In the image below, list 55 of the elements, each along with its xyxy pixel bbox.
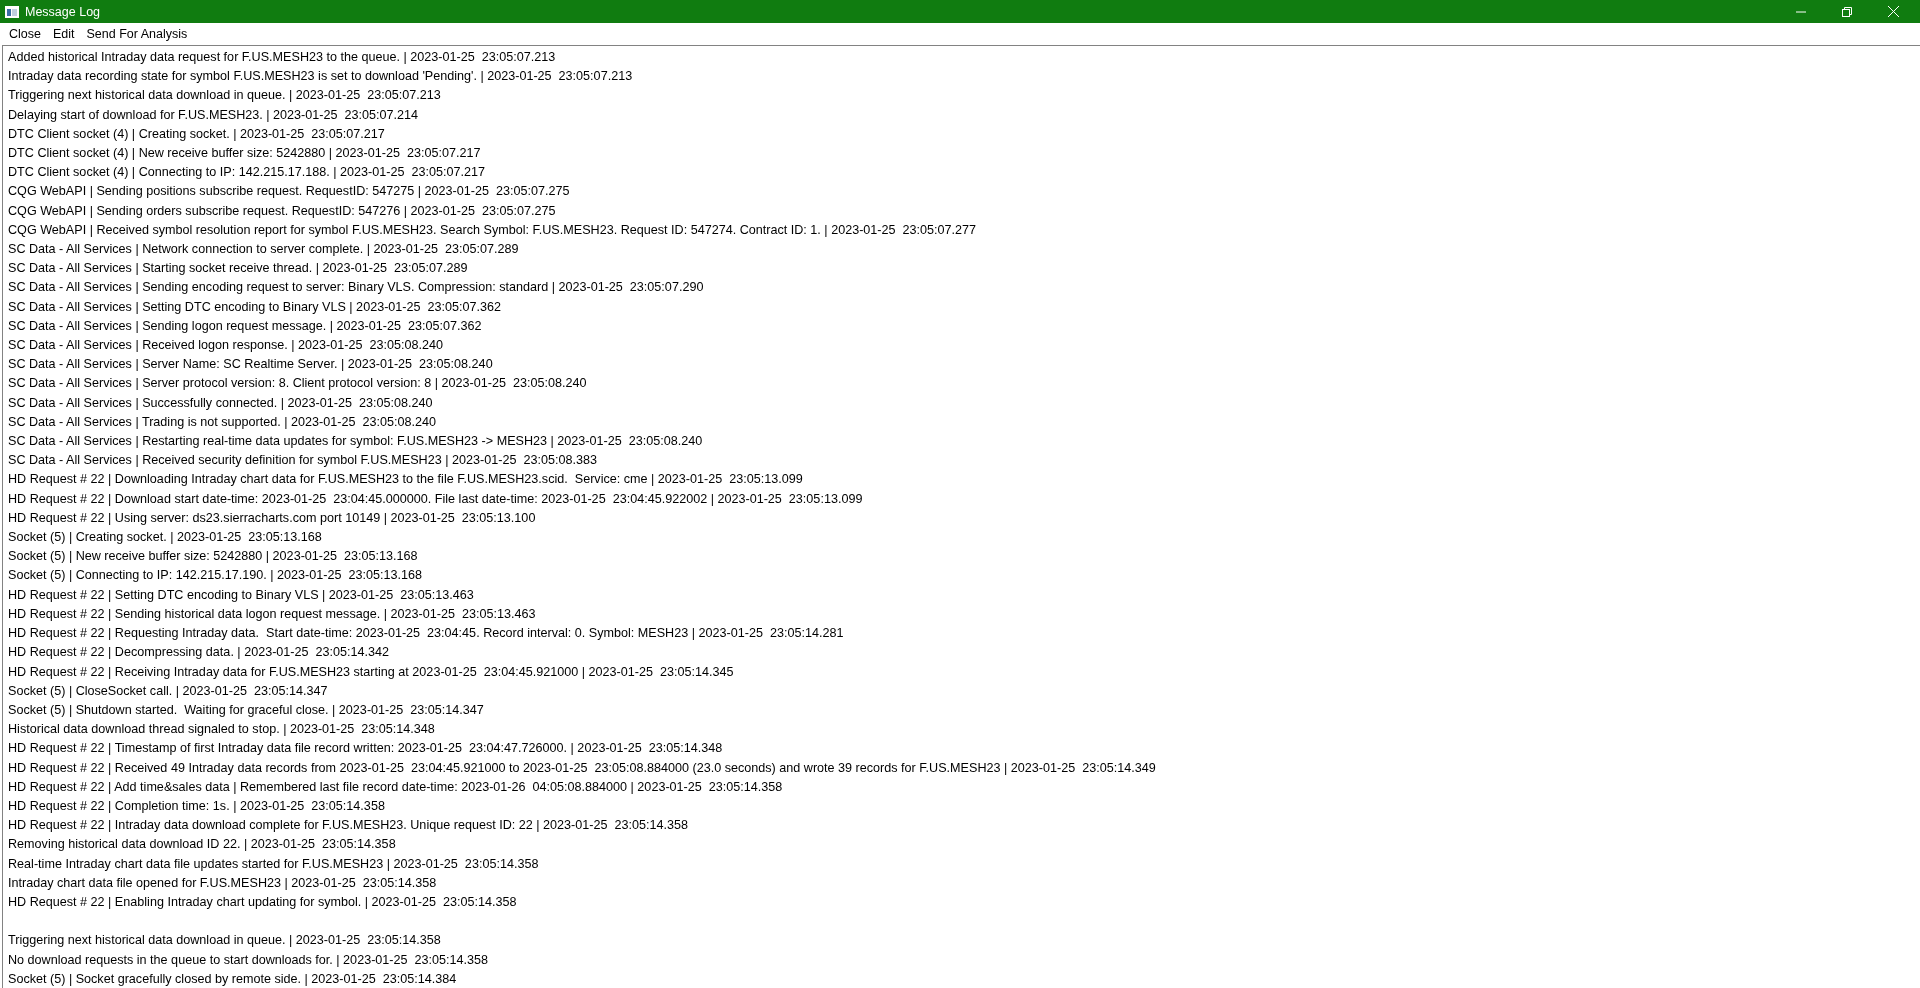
- log-line: CQG WebAPI | Sending positions subscribe request. RequestID: 547275 | 2023-01-25 23:05:07.275: [8, 183, 571, 201]
- window-title: Message Log: [25, 4, 102, 19]
- log-line: SC Data - All Services | Server Name: SC Realtime Server. | 2023-01-25 23:05:08.240: [8, 356, 494, 374]
- menu-item[interactable]: Close: [3, 27, 47, 41]
- menu-item[interactable]: Send For Analysis: [80, 27, 194, 41]
- log-line: No download requests in the queue to start downloads for. | 2023-01-25 23:05:14.358: [8, 951, 490, 969]
- log-line: SC Data - All Services | Restarting real-time data updates for symbol: F.US.MESH23 -> MESH23 | 2023-01-25 23:05:08.240: [8, 433, 704, 451]
- log-line: Removing historical data download ID 22. | 2023-01-25 23:05:14.358: [8, 836, 397, 854]
- log-line: Socket (5) | Socket gracefully closed by remote side. | 2023-01-25 23:05:14.384: [8, 970, 458, 988]
- log-line: HD Request # 22 | Download start date-time: 2023-01-25 23:04:45.000000. File last date-time: 2023-01-25 23:04:45.922002 | 2023-01-25 23:05:13.099: [8, 490, 864, 508]
- log-line: Socket (5) | Creating socket. | 2023-01-25 23:05:13.168: [8, 529, 323, 547]
- log-line: DTC Client socket (4) | Creating socket. | 2023-01-25 23:05:07.217: [8, 125, 386, 143]
- log-line: HD Request # 22 | Add time&sales data | Remembered last file record date-time: 2023-01-26 04:05:08.884000 | 2023-01-25 23:05:14.358: [8, 778, 784, 796]
- log-line: SC Data - All Services | Received logon response. | 2023-01-25 23:05:08.240: [8, 337, 444, 355]
- log-line: Intraday data recording state for symbol F.US.MESH23 is set to download 'Pending'. | 2023-01-25 23:05:07.213: [8, 68, 634, 86]
- log-line: Socket (5) | CloseSocket call. | 2023-01-25 23:05:14.347: [8, 682, 329, 700]
- log-line: HD Request # 22 | Using server: ds23.sierracharts.com port 10149 | 2023-01-25 23:05:13.100: [8, 509, 537, 527]
- log-line: Real-time Intraday chart data file updates started for F.US.MESH23 | 2023-01-25 23:05:14.358: [8, 855, 540, 873]
- log-line: HD Request # 22 | Timestamp of first Intraday data file record written: 2023-01-25 23:04:47.726000. | 2023-01-25 23:05:14.348: [8, 740, 724, 758]
- log-line: SC Data - All Services | Server protocol version: 8. Client protocol version: 8 | 2023-01-25 23:05:08.240: [8, 375, 588, 393]
- log-line: DTC Client socket (4) | Connecting to IP: 142.215.17.188. | 2023-01-25 23:05:07.217: [8, 164, 486, 182]
- log-line: Triggering next historical data download in queue. | 2023-01-25 23:05:07.213: [8, 87, 442, 105]
- log-line: Intraday chart data file opened for F.US.MESH23 | 2023-01-25 23:05:14.358: [8, 874, 438, 892]
- log-line: HD Request # 22 | Decompressing data. | 2023-01-25 23:05:14.342: [8, 644, 391, 662]
- log-line: DTC Client socket (4) | New receive buffer size: 5242880 | 2023-01-25 23:05:07.217: [8, 145, 482, 162]
- log-line: SC Data - All Services | Starting socket receive thread. | 2023-01-25 23:05:07.289: [8, 260, 469, 278]
- log-line: Triggering next historical data download in queue. | 2023-01-25 23:05:14.358: [8, 932, 442, 950]
- log-line: SC Data - All Services | Network connection to server complete. | 2023-01-25 23:05:07.289: [8, 241, 520, 259]
- log-line: Added historical Intraday data request for F.US.MESH23 to the queue. | 2023-01-25 23:05:07.213: [8, 49, 557, 66]
- log-line: SC Data - All Services | Setting DTC encoding to Binary VLS | 2023-01-25 23:05:07.362: [8, 298, 503, 316]
- log-line: HD Request # 22 | Completion time: 1s. | 2023-01-25 23:05:14.358: [8, 797, 386, 815]
- log-line: SC Data - All Services | Received security definition for symbol F.US.MESH23 | 2023-01-25 23:05:08.383: [8, 452, 598, 470]
- log-line: HD Request # 22 | Downloading Intraday chart data for F.US.MESH23 to the file F.US.MESH23.scid. Service: cme | 2023-01-25 23:05:13.099: [8, 471, 804, 489]
- log-line: Socket (5) | Connecting to IP: 142.215.17.190. | 2023-01-25 23:05:13.168: [8, 567, 424, 585]
- log-line: HD Request # 22 | Enabling Intraday chart updating for symbol. | 2023-01-25 23:05:14.358: [8, 893, 518, 911]
- restore-icon: [1842, 6, 1852, 17]
- log-line: HD Request # 22 | Requesting Intraday data. Start date-time: 2023-01-25 23:04:45. Record interval: 0. Symbol: MESH23 | 2023-01-25 23:05:14.281: [8, 625, 845, 643]
- log-line: Delaying start of download for F.US.MESH23. | 2023-01-25 23:05:07.214: [8, 106, 419, 124]
- log-line: HD Request # 22 | Setting DTC encoding to Binary VLS | 2023-01-25 23:05:13.463: [8, 586, 475, 604]
- log-line: Socket (5) | Shutdown started. Waiting for graceful close. | 2023-01-25 23:05:14.347: [8, 701, 485, 719]
- log-line: HD Request # 22 | Received 49 Intraday data records from 2023-01-25 23:04:45.921000 to 2023-01-25 23:05:08.884000 (23.0 seconds) and wrote 39 records for F.US.MESH23 | 2023-01-25 23:05:14.349: [8, 759, 1157, 777]
- log-line: CQG WebAPI | Sending orders subscribe request. RequestID: 547276 | 2023-01-25 23:05:07.275: [8, 202, 557, 220]
- log-line: SC Data - All Services | Sending logon request message. | 2023-01-25 23:05:07.362: [8, 317, 483, 335]
- log-line: Socket (5) | New receive buffer size: 5242880 | 2023-01-25 23:05:13.168: [8, 548, 419, 566]
- log-line: SC Data - All Services | Sending encoding request to server: Binary VLS. Compression: standard | 2023-01-25 23:05:07.290: [8, 279, 705, 297]
- log-line: SC Data - All Services | Successfully connected. | 2023-01-25 23:05:08.240: [8, 394, 434, 412]
- log-line: HD Request # 22 | Intraday data download complete for F.US.MESH23. Unique request ID: 22 | 2023-01-25 23:05:14.358: [8, 817, 689, 835]
- log-line: SC Data - All Services | Trading is not supported. | 2023-01-25 23:05:08.240: [8, 413, 437, 431]
- log-line: HD Request # 22 | Receiving Intraday data for F.US.MESH23 starting at 2023-01-25 23:04:45.921000 | 2023-01-25 23:05:14.345: [8, 663, 735, 681]
- log-line: CQG WebAPI | Received symbol resolution report for symbol F.US.MESH23. Search Symbol: F.US.MESH23. Request ID: 547274. Contract ID: 1. | 2023-01-25 23:05:07.277: [8, 221, 978, 239]
- log-line: HD Request # 22 | Sending historical data logon request message. | 2023-01-25 23:05:13.463: [8, 605, 537, 623]
- menu-item[interactable]: Edit: [46, 27, 81, 41]
- log-line: Historical data download thread signaled to stop. | 2023-01-25 23:05:14.348: [8, 721, 436, 739]
- window-icon: [5, 5, 19, 18]
- close-icon: [1887, 6, 1899, 17]
